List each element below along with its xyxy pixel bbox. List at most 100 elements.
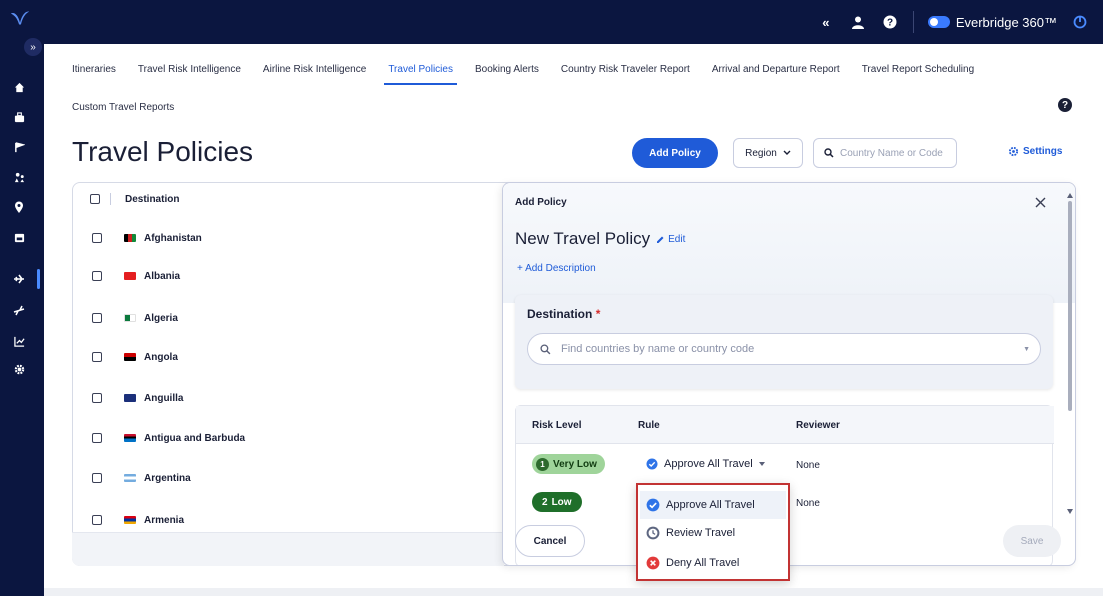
rule-options-menu: Approve All Travel Review Travel Deny Al… — [636, 483, 790, 581]
cancel-button[interactable]: Cancel — [515, 525, 585, 557]
rule-value: Approve All Travel — [664, 458, 753, 470]
row-checkbox[interactable] — [92, 352, 102, 362]
tab-custom-travel-reports[interactable]: Custom Travel Reports — [72, 102, 174, 113]
calendar-icon[interactable] — [6, 224, 32, 250]
tab-itineraries[interactable]: Itineraries — [72, 64, 116, 85]
tab-travel-risk-intelligence[interactable]: Travel Risk Intelligence — [138, 64, 241, 85]
save-button[interactable]: Save — [1003, 525, 1061, 557]
tab-travel-report-scheduling[interactable]: Travel Report Scheduling — [862, 64, 974, 85]
tab-arrival-departure-report[interactable]: Arrival and Departure Report — [712, 64, 840, 85]
row-checkbox[interactable] — [92, 433, 102, 443]
country-name: Argentina — [144, 472, 191, 484]
drawer-scrollbar[interactable] — [1067, 193, 1073, 553]
settings-link[interactable]: Settings — [1008, 146, 1062, 157]
edit-policy-name-link[interactable]: Edit — [656, 234, 685, 245]
row-checkbox[interactable] — [92, 393, 102, 403]
destination-label-text: Destination — [527, 307, 593, 321]
power-icon[interactable] — [1071, 13, 1089, 31]
row-checkbox[interactable] — [92, 271, 102, 281]
country-flag-icon — [124, 234, 136, 242]
analytics-icon[interactable] — [6, 328, 32, 354]
table-row[interactable]: Armenia — [92, 510, 184, 530]
close-icon[interactable] — [1031, 193, 1049, 211]
dashboard-icon[interactable] — [6, 104, 32, 130]
expand-rail-icon[interactable]: » — [24, 38, 42, 56]
menu-item-review-travel[interactable]: Review Travel — [640, 519, 786, 547]
tab-airline-risk-intelligence[interactable]: Airline Risk Intelligence — [263, 64, 366, 85]
country-flag-icon — [124, 516, 136, 524]
flag-icon[interactable] — [6, 134, 32, 160]
page-title: Travel Policies — [72, 136, 254, 167]
table-row[interactable]: Anguilla — [92, 388, 183, 408]
travel-plane-icon[interactable] — [6, 266, 40, 292]
scroll-down-icon[interactable] — [1067, 509, 1073, 514]
column-rule: Rule — [638, 420, 660, 431]
tab-travel-policies[interactable]: Travel Policies — [384, 64, 457, 85]
caret-down-icon[interactable]: ▼ — [1023, 346, 1030, 353]
country-search-input[interactable] — [840, 147, 950, 159]
user-icon[interactable] — [849, 13, 867, 31]
page-horizontal-scrollbar[interactable] — [44, 588, 1103, 596]
caret-down-icon — [758, 462, 765, 466]
row-checkbox[interactable] — [92, 473, 102, 483]
product-toggle-icon — [927, 16, 950, 28]
table-footer — [72, 532, 504, 566]
everbridge-logo-icon[interactable] — [9, 8, 31, 30]
settings-label: Settings — [1023, 146, 1063, 157]
column-destination[interactable]: Destination — [125, 194, 179, 205]
menu-item-label: Review Travel — [666, 527, 736, 539]
add-policy-button[interactable]: Add Policy — [632, 138, 718, 168]
column-reviewer: Reviewer — [796, 420, 840, 431]
collapse-icon[interactable]: « — [817, 13, 835, 31]
select-all-checkbox[interactable] — [90, 194, 100, 204]
country-flag-icon — [124, 394, 136, 402]
country-name: Armenia — [144, 514, 185, 526]
clock-icon — [646, 526, 660, 540]
country-flag-icon — [124, 434, 136, 442]
row-checkbox[interactable] — [92, 313, 102, 323]
table-row[interactable]: Albania — [92, 266, 180, 286]
table-row[interactable]: Argentina — [92, 468, 191, 488]
region-dropdown[interactable]: Region — [733, 138, 803, 168]
home-icon[interactable] — [6, 74, 32, 100]
destination-select[interactable]: ▼ — [527, 333, 1041, 365]
table-row[interactable]: Angola — [92, 347, 178, 367]
edit-label: Edit — [668, 234, 686, 245]
menu-item-label: Deny All Travel — [666, 557, 740, 569]
scrollbar-thumb[interactable] — [1068, 201, 1072, 411]
country-flag-icon — [124, 314, 136, 322]
menu-item-approve-all-travel[interactable]: Approve All Travel — [640, 491, 786, 519]
divider — [912, 11, 914, 33]
menu-item-deny-all-travel[interactable]: Deny All Travel — [640, 549, 786, 577]
rule-dropdown[interactable]: Approve All Travel — [646, 458, 765, 470]
tab-country-risk-traveler-report[interactable]: Country Risk Traveler Report — [561, 64, 690, 85]
row-checkbox[interactable] — [92, 515, 102, 525]
required-indicator: * — [595, 307, 601, 321]
product-switcher[interactable]: Everbridge 360™ — [927, 15, 1057, 30]
x-circle-icon — [646, 556, 660, 570]
scroll-up-icon[interactable] — [1067, 193, 1073, 198]
table-row[interactable]: Antigua and Barbuda — [92, 428, 245, 448]
reviewer-value: None — [796, 498, 820, 509]
table-row[interactable]: Afghanistan — [92, 228, 202, 248]
left-nav-rail: » — [0, 38, 44, 596]
destination-search-input[interactable] — [561, 343, 1021, 355]
add-description-link[interactable]: + Add Description — [517, 263, 596, 274]
tab-booking-alerts[interactable]: Booking Alerts — [475, 64, 539, 85]
location-pin-icon[interactable] — [6, 194, 32, 220]
flight-icon[interactable] — [6, 298, 32, 324]
people-icon[interactable] — [6, 164, 32, 190]
destination-label: Destination * — [527, 307, 600, 321]
policy-name-text: New Travel Policy — [515, 229, 651, 248]
pencil-icon — [657, 236, 664, 243]
help-icon[interactable]: ? — [881, 13, 899, 31]
report-tabs: Itineraries Travel Risk Intelligence Air… — [72, 64, 974, 85]
page-help-icon[interactable]: ? — [1058, 98, 1072, 112]
risk-level-number: 2 — [542, 496, 548, 508]
search-icon — [824, 148, 834, 158]
table-header: Destination — [90, 193, 179, 205]
country-flag-icon — [124, 474, 136, 482]
table-row[interactable]: Algeria — [92, 308, 178, 328]
gear-icon[interactable] — [6, 356, 32, 382]
row-checkbox[interactable] — [92, 233, 102, 243]
